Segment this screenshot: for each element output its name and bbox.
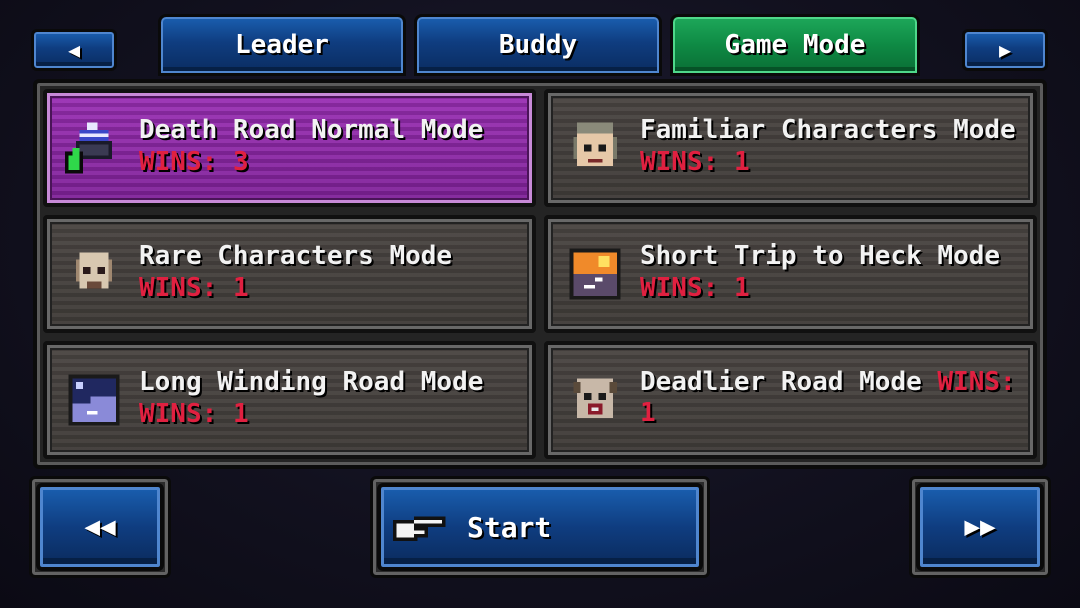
wins-count: 1 xyxy=(232,399,249,429)
double-arrow-left-icon: ◀◀ xyxy=(84,512,116,542)
tab-game-mode[interactable]: Game Mode xyxy=(670,14,920,76)
mode-title: Death Road Normal Mode xyxy=(139,115,484,145)
mode-card-rare-characters[interactable]: Rare Characters Mode WINS: 1 xyxy=(43,215,536,333)
wins-label: WINS: xyxy=(640,273,719,303)
skull-face-icon xyxy=(75,252,113,289)
mode-card-deadlier-road[interactable]: Deadlier Road Mode WINS: 1 xyxy=(544,341,1037,459)
tab-buddy[interactable]: Buddy xyxy=(414,14,662,76)
tab-buddy-label: Buddy xyxy=(498,30,578,60)
wins-label: WINS: xyxy=(139,273,218,303)
wins-label: WINS: xyxy=(937,367,1016,397)
tab-next-button[interactable]: ▶ xyxy=(962,29,1048,71)
wins-label: WINS: xyxy=(139,399,218,429)
mode-title: Rare Characters Mode xyxy=(139,241,453,271)
tab-leader-label: Leader xyxy=(235,30,329,60)
start-label: Start xyxy=(467,510,552,544)
mode-wins: WINS: 1 xyxy=(139,399,249,429)
double-arrow-right-icon: ▶▶ xyxy=(964,512,996,542)
mode-card-familiar-characters[interactable]: Familiar Characters Mode WINS: 1 xyxy=(544,89,1037,207)
wins-label: WINS: xyxy=(640,147,719,177)
tab-leader[interactable]: Leader xyxy=(158,14,406,76)
tab-prev-button[interactable]: ◀ xyxy=(31,29,117,71)
zombie-face-icon xyxy=(573,378,617,419)
wins-count: 1 xyxy=(733,147,750,177)
beanie-thumbs-up-icon xyxy=(65,122,113,174)
wins-count: 1 xyxy=(232,273,249,303)
mode-title: Familiar Characters Mode xyxy=(640,115,1016,145)
tab-game-mode-label: Game Mode xyxy=(724,30,866,60)
wins-count: 1 xyxy=(733,273,750,303)
mode-card-long-winding-road[interactable]: Long Winding Road Mode WINS: 1 xyxy=(43,341,536,459)
familiar-face-icon xyxy=(573,122,617,167)
mode-wins: WINS: 1 xyxy=(640,273,750,303)
mode-title: Long Winding Road Mode xyxy=(139,367,484,397)
next-page-button[interactable]: ▶▶ xyxy=(916,483,1044,571)
pointing-hand-icon xyxy=(393,516,446,541)
mode-wins: WINS: 3 xyxy=(139,147,249,177)
wins-label: WINS: xyxy=(139,147,218,177)
mode-list-panel: Death Road Normal Mode WINS: 3 Familiar … xyxy=(33,79,1047,469)
wins-count: 3 xyxy=(232,147,249,177)
mode-title-text: Deadlier Road Mode xyxy=(640,367,922,397)
night-road-icon xyxy=(68,374,120,426)
mode-wins: WINS: 1 xyxy=(139,273,249,303)
arrow-right-icon: ▶ xyxy=(998,38,1012,62)
start-button[interactable]: Start xyxy=(377,483,703,571)
sunset-road-icon xyxy=(569,248,621,300)
wins-count: 1 xyxy=(640,398,656,428)
prev-page-button[interactable]: ◀◀ xyxy=(36,483,164,571)
mode-title: Short Trip to Heck Mode xyxy=(640,241,1001,271)
mode-wins: WINS: 1 xyxy=(640,147,750,177)
mode-title: Deadlier Road Mode WINS: 1 xyxy=(640,367,1023,429)
arrow-left-icon: ◀ xyxy=(67,38,81,62)
mode-card-death-road-normal[interactable]: Death Road Normal Mode WINS: 3 xyxy=(43,89,536,207)
mode-card-short-trip-to-heck[interactable]: Short Trip to Heck Mode WINS: 1 xyxy=(544,215,1037,333)
